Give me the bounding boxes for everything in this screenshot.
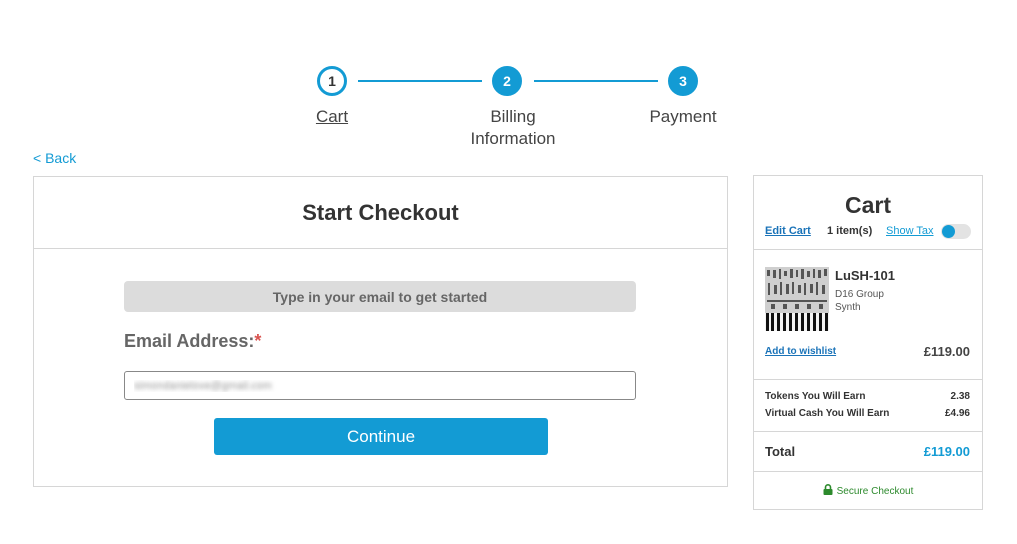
product-thumbnail[interactable]	[765, 267, 829, 331]
email-prompt-banner: Type in your email to get started	[124, 281, 636, 312]
cart-divider	[754, 249, 982, 250]
total-value: £119.00	[923, 444, 970, 459]
step-connector-1	[358, 80, 482, 82]
product-brand: D16 Group	[835, 289, 884, 300]
step-3-circle: 3	[668, 66, 698, 96]
virtual-cash-label: Virtual Cash You Will Earn	[765, 408, 890, 419]
product-name[interactable]: LuSH-101	[835, 268, 895, 283]
total-label: Total	[765, 444, 796, 459]
step-2-number: 2	[503, 73, 511, 89]
step-2-label-line1: Billing	[490, 107, 536, 126]
checkout-panel: Start Checkout Type in your email to get…	[33, 176, 728, 487]
cart-title: Cart	[844, 192, 891, 218]
cart-divider	[754, 379, 982, 380]
cart-summary: Cart Edit Cart 1 item(s) Show Tax LuSH-1…	[753, 175, 983, 510]
edit-cart-link[interactable]: Edit Cart	[765, 225, 811, 237]
cart-divider	[754, 471, 982, 472]
tokens-value: 2.38	[950, 391, 970, 402]
step-connector-2	[534, 80, 658, 82]
email-label: Email Address:*	[124, 331, 261, 352]
virtual-cash-value: £4.96	[944, 408, 970, 419]
show-tax-toggle[interactable]	[941, 224, 971, 239]
cart-divider	[754, 431, 982, 432]
step-1-number: 1	[328, 73, 336, 89]
checkout-header: Start Checkout	[34, 177, 727, 249]
cart-meta-row: Edit Cart 1 item(s) Show Tax	[765, 224, 971, 240]
page-title: Start Checkout	[302, 199, 459, 225]
product-category: Synth	[835, 302, 861, 313]
step-3-label: Payment	[649, 107, 717, 126]
step-3-number: 3	[679, 73, 687, 89]
product-price: £119.00	[923, 344, 970, 359]
required-marker: *	[254, 331, 262, 351]
show-tax-link[interactable]: Show Tax	[886, 225, 934, 237]
step-2-circle: 2	[492, 66, 522, 96]
back-link[interactable]: < Back	[33, 150, 76, 166]
step-1-label[interactable]: Cart	[302, 106, 362, 128]
toggle-knob	[942, 225, 955, 238]
step-2-label: Billing Information	[448, 106, 578, 150]
item-count: 1 item(s)	[827, 225, 873, 237]
step-2-label-line2: Information	[470, 129, 556, 148]
synth-image-icon	[765, 267, 829, 331]
add-to-wishlist-link[interactable]: Add to wishlist	[765, 346, 836, 357]
continue-button[interactable]: Continue	[214, 418, 548, 455]
secure-checkout-label: Secure Checkout	[836, 486, 914, 497]
email-input[interactable]	[124, 371, 636, 400]
lock-icon	[823, 484, 833, 495]
tokens-label: Tokens You Will Earn	[765, 391, 866, 402]
secure-checkout-badge: Secure Checkout	[754, 484, 982, 497]
email-label-text: Email Address:	[124, 331, 255, 351]
step-1-circle[interactable]: 1	[317, 66, 347, 96]
